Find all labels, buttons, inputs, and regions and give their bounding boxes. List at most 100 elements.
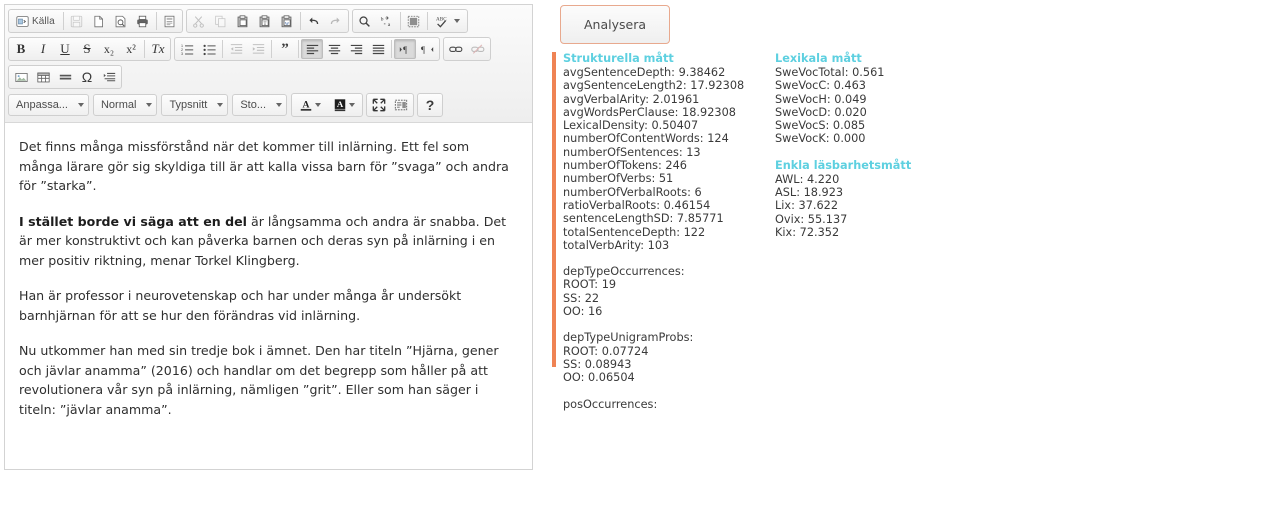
redo-icon xyxy=(329,15,342,28)
styles-combo-value: Anpassa... xyxy=(16,99,68,111)
analyze-button[interactable]: Analysera xyxy=(560,5,670,44)
numbered-list-button[interactable]: 123 xyxy=(176,39,198,59)
metric-item: sentenceLengthSD: 7.85771 xyxy=(563,212,724,226)
underline-icon: U xyxy=(60,41,70,56)
editor-toolbar: Källa T W b a ABC B I U S x₂ x² Tx 1 2 3… xyxy=(5,5,532,123)
unlink-button[interactable] xyxy=(467,39,489,59)
source-button-label: Källa xyxy=(32,15,55,27)
strike-button[interactable]: S xyxy=(76,39,98,59)
metric-item: numberOfVerbalRoots: 6 xyxy=(563,185,702,199)
metric-item: ROOT: 19 xyxy=(563,278,617,292)
toolbar-group-document: Källa xyxy=(8,9,183,33)
paragraph-2: I stället borde vi säga att en del är lå… xyxy=(19,212,516,271)
link-button[interactable] xyxy=(445,39,467,59)
outdent-button[interactable] xyxy=(225,39,247,59)
save-button[interactable] xyxy=(66,11,88,31)
link-icon xyxy=(449,43,463,56)
paragraph-1: Det finns många missförstånd när det kom… xyxy=(19,139,509,194)
bold-button[interactable]: B xyxy=(10,39,32,59)
font-combo[interactable]: Typsnitt xyxy=(161,94,229,116)
metric-item: SweVocK: 0.000 xyxy=(775,132,866,146)
undo-button[interactable] xyxy=(303,11,325,31)
metric-item: numberOfContentWords: 124 xyxy=(563,132,729,146)
indent-button[interactable] xyxy=(247,39,269,59)
paragraph-4: Nu utkommer han med sin tredje bok i ämn… xyxy=(19,343,499,417)
copy-button[interactable] xyxy=(210,11,232,31)
bulleted-list-button[interactable] xyxy=(198,39,220,59)
editor-content-area[interactable]: Det finns många missförstånd när det kom… xyxy=(5,123,532,469)
lexical-metrics-title: Lexikala mått xyxy=(775,52,862,65)
about-button[interactable]: ? xyxy=(419,95,441,115)
align-right-button[interactable] xyxy=(345,39,367,59)
metric-group-label: depTypeUnigramProbs: xyxy=(563,331,694,345)
align-center-button[interactable] xyxy=(323,39,345,59)
horizontal-rule-button[interactable] xyxy=(54,67,76,87)
show-blocks-button[interactable] xyxy=(390,95,412,115)
page-break-button[interactable] xyxy=(98,67,120,87)
format-combo[interactable]: Normal xyxy=(92,94,158,116)
metric-item: avgSentenceLength2: 17.92308 xyxy=(563,79,745,93)
superscript-button[interactable]: x² xyxy=(120,39,142,59)
redo-button[interactable] xyxy=(325,11,347,31)
print-button[interactable] xyxy=(132,11,154,31)
maximize-button[interactable] xyxy=(368,95,390,115)
svg-text:3: 3 xyxy=(181,52,183,56)
paste-text-button[interactable]: T xyxy=(254,11,276,31)
cut-button[interactable] xyxy=(188,11,210,31)
svg-text:a: a xyxy=(388,22,391,28)
rtl-button[interactable]: ¶ xyxy=(416,39,438,59)
toolbar-group-basicstyles: B I U S x₂ x² Tx xyxy=(8,37,171,61)
paragraph-3: Han är professor i neurovetenskap och ha… xyxy=(19,288,462,323)
styles-combo[interactable]: Anpassa... xyxy=(8,94,89,116)
metric-item: ASL: 18.923 xyxy=(775,186,844,200)
paste-button[interactable] xyxy=(232,11,254,31)
subscript-icon: x₂ xyxy=(103,41,115,56)
templates-button[interactable] xyxy=(159,11,181,31)
toolbar-separator xyxy=(62,12,64,30)
structural-metrics-title: Strukturella mått xyxy=(563,52,674,65)
align-justify-button[interactable] xyxy=(367,39,389,59)
svg-text:¶: ¶ xyxy=(403,44,407,54)
special-char-button[interactable]: Ω xyxy=(76,67,98,87)
find-button[interactable] xyxy=(354,11,376,31)
maximize-icon xyxy=(372,98,386,112)
ltr-button[interactable]: ¶ xyxy=(394,39,416,59)
remove-format-button[interactable]: Tx xyxy=(147,39,169,59)
metric-item: Kix: 72.352 xyxy=(775,225,840,239)
preview-button[interactable] xyxy=(110,11,132,31)
metric-item: ROOT: 0.07724 xyxy=(563,344,649,358)
replace-button[interactable]: ba xyxy=(376,11,398,31)
background-color-button[interactable]: A xyxy=(327,95,361,115)
align-justify-icon xyxy=(372,43,385,56)
image-button[interactable] xyxy=(10,67,32,87)
svg-text:b: b xyxy=(381,16,384,22)
table-button[interactable] xyxy=(32,67,54,87)
size-combo[interactable]: Sto... xyxy=(232,94,288,116)
text-direction-rtl-icon: ¶ xyxy=(421,43,434,56)
italic-button[interactable]: I xyxy=(32,39,54,59)
text-color-button[interactable]: A xyxy=(293,95,327,115)
document-body[interactable]: Det finns många missförstånd när det kom… xyxy=(5,123,532,445)
source-button[interactable]: Källa xyxy=(10,11,61,31)
remove-format-icon: Tx xyxy=(151,41,165,56)
bulleted-list-icon xyxy=(202,43,216,56)
align-left-button[interactable] xyxy=(301,39,323,59)
format-combo-value: Normal xyxy=(100,99,137,111)
text-color-icon: A xyxy=(299,98,313,112)
new-page-button[interactable] xyxy=(88,11,110,31)
blockquote-button[interactable]: ” xyxy=(274,39,296,59)
svg-text:ABC: ABC xyxy=(436,16,447,22)
font-combo-value: Typsnitt xyxy=(169,99,208,111)
underline-button[interactable]: U xyxy=(54,39,76,59)
chevron-down-icon xyxy=(453,19,460,23)
new-page-icon xyxy=(92,15,105,28)
templates-icon xyxy=(163,15,176,28)
toolbar-separator xyxy=(391,40,392,58)
scissors-icon xyxy=(192,15,205,28)
spellcheck-button[interactable]: ABC xyxy=(430,11,466,31)
bold-icon: B xyxy=(16,41,26,56)
paste-word-button[interactable]: W xyxy=(276,11,298,31)
copy-icon xyxy=(214,15,227,28)
select-all-button[interactable] xyxy=(403,11,425,31)
subscript-button[interactable]: x₂ xyxy=(98,39,120,59)
